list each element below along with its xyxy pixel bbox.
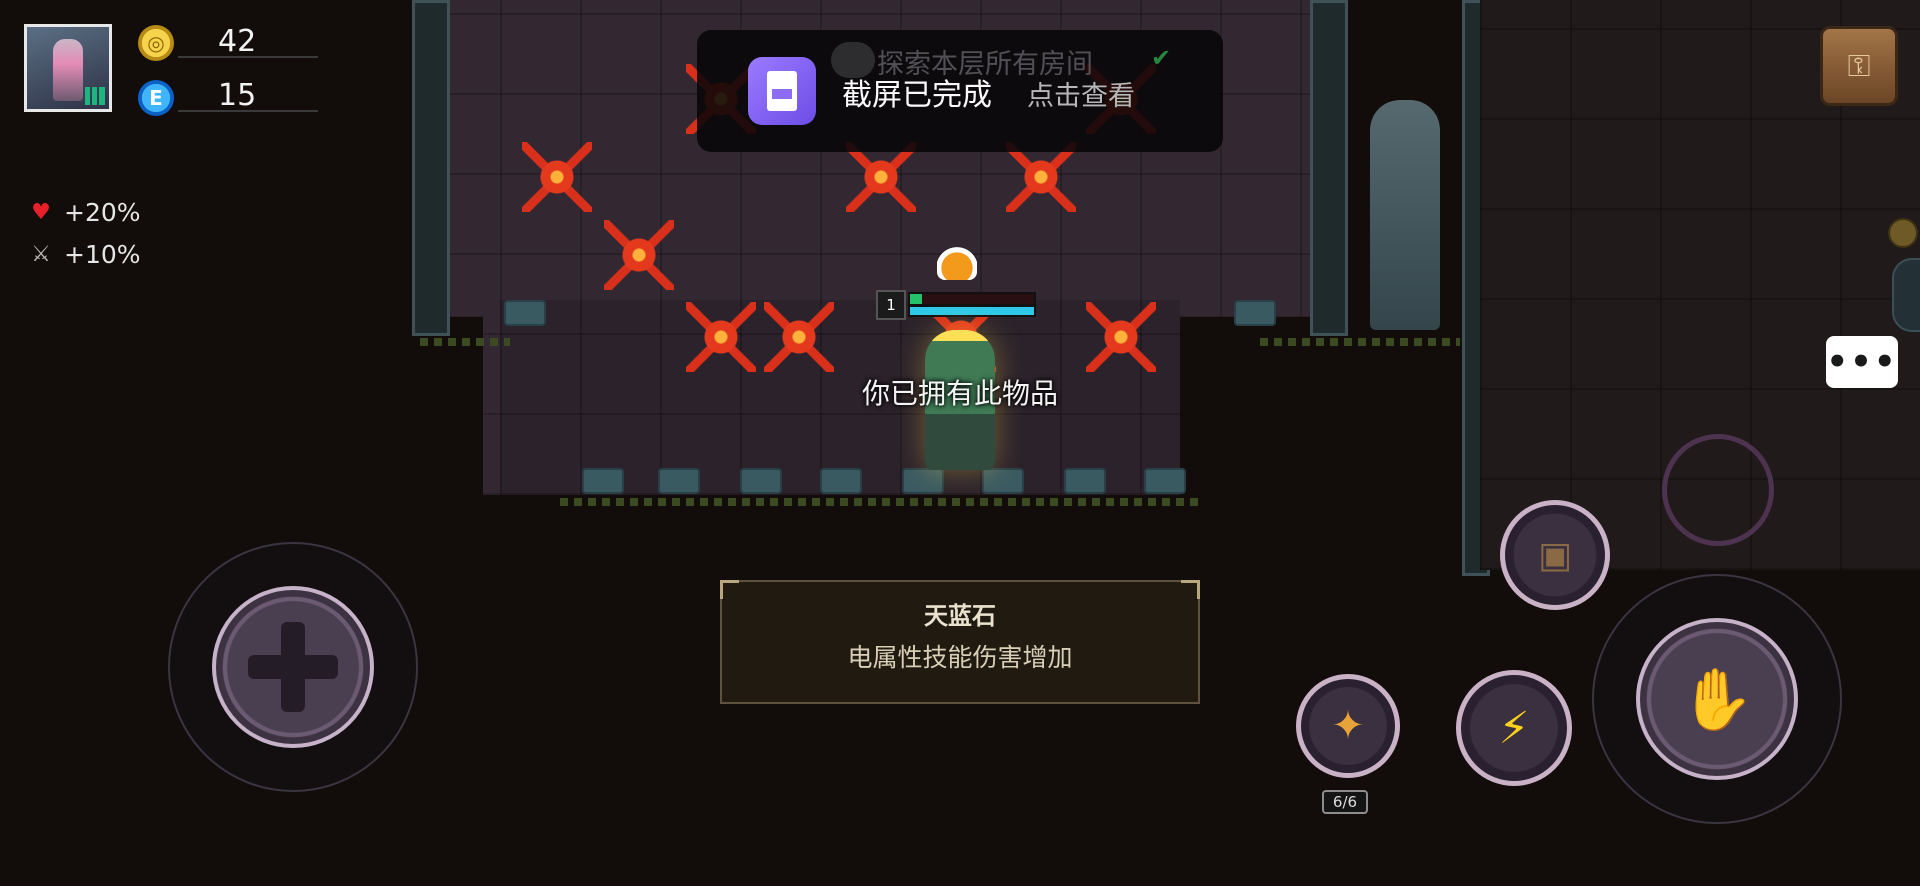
- player-helmet: [937, 240, 977, 280]
- check-icon: ✔: [1151, 44, 1172, 72]
- wall-post: [902, 468, 944, 494]
- lava-trap: [1006, 142, 1076, 212]
- view-link[interactable]: 点击查看: [1027, 74, 1135, 113]
- grass-edge: [560, 498, 1200, 506]
- coin-icon: [1888, 218, 1918, 248]
- wall-post: [820, 468, 862, 494]
- weapon-swap-button[interactable]: ▣: [1500, 500, 1610, 610]
- wall-post: [982, 468, 1024, 494]
- gold-count: 42: [218, 24, 257, 59]
- lava-trap: [604, 220, 674, 290]
- backpack-button[interactable]: ⚿: [1820, 26, 1898, 106]
- item-description: 电属性技能伤害增加: [847, 643, 1073, 672]
- character-portrait: [53, 39, 83, 101]
- divider: [178, 110, 318, 112]
- hp-bar: [908, 292, 1036, 306]
- skill-counter: 6/6: [1322, 790, 1368, 814]
- lava-trap: [1086, 302, 1156, 372]
- lava-trap: [522, 142, 592, 212]
- mp-fill: [910, 307, 1034, 315]
- grass-edge: [1260, 338, 1460, 346]
- energy-gem-icon: E: [138, 80, 174, 116]
- buff-attack-value: +10%: [64, 240, 141, 269]
- buff-hp: ♥ +20%: [28, 198, 141, 227]
- chat-bubble-icon: •••: [1826, 342, 1898, 382]
- attack-button[interactable]: ✋: [1636, 618, 1798, 780]
- lava-trap: [686, 302, 756, 372]
- backpack-icon: ⚿: [1847, 48, 1871, 84]
- coin-icon: ◎: [138, 25, 174, 61]
- item-name: 天蓝石: [924, 602, 996, 630]
- hand-icon: ✋: [1679, 664, 1755, 735]
- crate-icon: ▣: [1537, 534, 1572, 576]
- wall-post: [1144, 468, 1186, 494]
- lightning-icon: ⚡: [1498, 702, 1530, 754]
- grass-edge: [420, 338, 510, 346]
- joystick-knob[interactable]: [212, 586, 374, 748]
- wall-post: [504, 300, 546, 326]
- right-wall: [1310, 0, 1348, 336]
- side-panel-tab[interactable]: [1892, 258, 1920, 332]
- buff-hp-value: +20%: [64, 198, 141, 227]
- wall-post: [582, 468, 624, 494]
- notification-title: 截屏已完成: [842, 78, 992, 113]
- dpad-icon: [248, 622, 338, 712]
- character-avatar[interactable]: [24, 24, 112, 112]
- wall-post: [1234, 300, 1276, 326]
- hp-fill: [910, 294, 923, 304]
- lava-trap: [764, 302, 834, 372]
- screenshot-notification[interactable]: 探索本层所有房间 ✔ 截屏已完成 点击查看: [697, 30, 1223, 152]
- attack-joystick[interactable]: ✋: [1592, 574, 1842, 824]
- divider: [178, 56, 318, 58]
- screenshot-icon: [748, 57, 816, 125]
- aim-indicator: [1662, 434, 1774, 546]
- energy-count: 15: [218, 78, 257, 113]
- wall-post: [740, 468, 782, 494]
- buff-attack: ⚔ +10%: [28, 240, 141, 269]
- heart-icon: ♥: [31, 200, 51, 225]
- wall-post: [658, 468, 700, 494]
- player-level: 1: [876, 290, 906, 320]
- lava-trap: [846, 142, 916, 212]
- wall-post: [1064, 468, 1106, 494]
- statue: [1370, 100, 1440, 330]
- signal-icon: [85, 87, 105, 105]
- pet-skill-button[interactable]: ✦: [1296, 674, 1400, 778]
- lightning-skill-button[interactable]: ⚡: [1456, 670, 1572, 786]
- mp-bar: [908, 305, 1036, 317]
- sword-icon: ⚔: [31, 242, 51, 267]
- movement-joystick[interactable]: [168, 542, 418, 792]
- pickup-message: 你已拥有此物品: [861, 377, 1058, 410]
- pet-icon: ✦: [1331, 703, 1365, 749]
- left-wall: [412, 0, 450, 336]
- item-tooltip: 天蓝石 电属性技能伤害增加: [720, 580, 1200, 704]
- chat-button[interactable]: •••: [1826, 336, 1898, 388]
